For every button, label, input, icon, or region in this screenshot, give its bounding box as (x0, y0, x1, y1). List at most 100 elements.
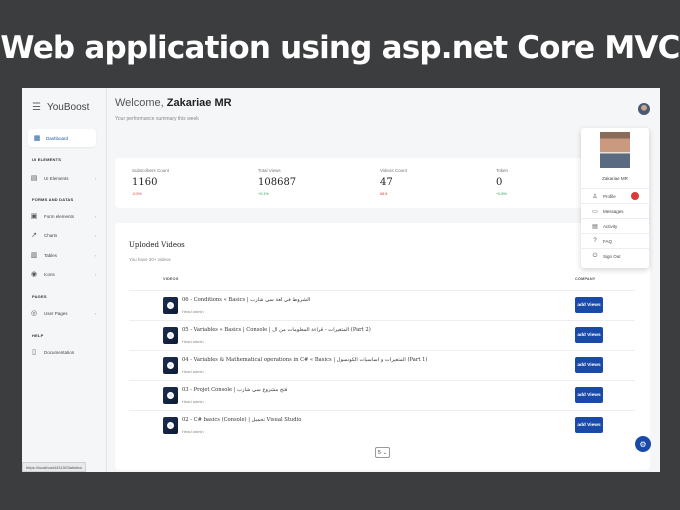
menu-item-activity[interactable]: ▤ Activity (581, 218, 649, 233)
menu-item-messages[interactable]: ▭ Messages (581, 203, 649, 218)
sidebar: ☰ YouBoost ▦ Dashboard UI ELEMENTS ▤ UI … (22, 88, 107, 472)
table-row: 03 - Projet Console | فتح مشروع سي شارب … (129, 380, 635, 410)
video-title[interactable]: 05 - Variables « Basics | Console | المت… (182, 327, 371, 333)
hamburger-icon[interactable]: ☰ (32, 102, 41, 113)
video-title[interactable]: 02 - C# basics (Console) | تحميل Visual … (182, 417, 301, 423)
section-help: HELP (32, 333, 44, 338)
video-author: Head admin (182, 369, 204, 374)
add-views-button[interactable]: add Views (575, 297, 603, 313)
page-subtitle: Your performance summary this week (115, 116, 199, 122)
gear-icon: ⚙ (639, 439, 647, 449)
page-size-value: 5 (378, 449, 381, 456)
video-thumbnail[interactable] (163, 297, 178, 314)
section-pages: PAGES (32, 294, 47, 299)
add-views-button[interactable]: add Views (575, 417, 603, 433)
stat-subscribers: Subscribers Count 1160 -0.5% (132, 168, 169, 196)
stat-value: 1160 (132, 177, 158, 188)
video-thumbnail[interactable] (163, 417, 178, 434)
sidebar-item-form-elements[interactable]: ▣ Form elements › (30, 210, 100, 222)
stat-videos-count: Videos Count 47 68.8 (380, 168, 407, 196)
stat-token: Token 0 +0.8% (496, 168, 508, 196)
banner-title: Web application using asp.net Core MVC (0, 30, 680, 66)
menu-item-label: Sign Out (603, 253, 621, 259)
sidebar-item-ui-elements[interactable]: ▤ UI Elements › (30, 172, 100, 184)
table-row: 02 - C# basics (Console) | تحميل Visual … (129, 410, 635, 440)
sidebar-item-charts[interactable]: ↗ Charts › (30, 229, 100, 241)
user-icon: ♙ (592, 193, 598, 200)
sidebar-item-label: Charts (44, 232, 58, 238)
page-title: Welcome, Zakariae MR (115, 97, 232, 109)
add-views-button[interactable]: add Views (575, 387, 603, 403)
profile-name: Zakariae MR (602, 176, 628, 181)
video-title[interactable]: 06 - Conditions « Basics | الشروط في لغة… (182, 297, 310, 303)
sidebar-item-label: Form elements (44, 213, 75, 219)
video-author: Head admin (182, 429, 204, 434)
stat-value: 108687 (258, 177, 297, 188)
menu-item-label: Messages (603, 208, 624, 214)
stat-change: +0.8% (496, 192, 507, 196)
video-thumbnail[interactable] (163, 357, 178, 374)
sidebar-item-label: UI Elements (44, 175, 69, 181)
document-icon: ▯ (32, 349, 36, 356)
video-title[interactable]: 03 - Projet Console | فتح مشروع سي شارب (182, 387, 287, 393)
video-logo-icon (167, 302, 174, 309)
stat-value: 47 (380, 177, 393, 188)
status-bar-url: https://localhost44315/Statistics (22, 462, 86, 472)
user-circle-icon: ◎ (30, 310, 38, 317)
grid-icon: ▦ (33, 135, 41, 142)
chevron-right-icon: › (94, 175, 96, 181)
menu-item-profile[interactable]: ♙ Profile (581, 188, 649, 203)
page-size-select[interactable]: 5 ⌄ (375, 447, 390, 458)
table-row: 06 - Conditions « Basics | الشروط في لغة… (129, 290, 635, 320)
chevron-right-icon: › (94, 232, 96, 238)
stat-total-views: Total Views 108687 +0.1% (258, 168, 296, 196)
add-views-button[interactable]: add Views (575, 327, 603, 343)
menu-item-sign-out[interactable]: ⏻ Sign Out (581, 248, 649, 263)
section-forms: FORMS AND DATAS (32, 197, 74, 202)
video-thumbnail[interactable] (163, 387, 178, 404)
stat-label: Total Views (258, 168, 281, 173)
chevron-down-icon: ⌄ (382, 449, 387, 456)
menu-item-label: FAQ (603, 238, 613, 244)
brand-name[interactable]: YouBoost (47, 102, 89, 113)
column-header-company: COMPANY (575, 277, 596, 281)
video-author: Head admin (182, 309, 204, 314)
chevron-right-icon: › (94, 310, 96, 316)
stat-label: Token (496, 168, 509, 173)
menu-item-faq[interactable]: ? FAQ (581, 233, 649, 248)
power-icon: ⏻ (592, 252, 598, 259)
video-author: Head admin (182, 399, 204, 404)
brand: ☰ YouBoost (32, 102, 89, 113)
avatar[interactable] (638, 103, 650, 115)
sidebar-item-tables[interactable]: ▥ Tables › (30, 249, 100, 261)
sidebar-item-user-pages[interactable]: ◎ User Pages › (30, 307, 100, 319)
sidebar-item-label: Documentation (44, 349, 75, 355)
sidebar-item-documentation[interactable]: ▯ Documentation (30, 346, 100, 358)
column-header-videos: VIDEOS (163, 277, 179, 281)
pin-icon: ◉ (30, 271, 38, 278)
chevron-right-icon: › (94, 271, 96, 277)
stat-change: -0.5% (132, 192, 142, 196)
video-title[interactable]: 04 - Variables & Mathematical operations… (182, 357, 427, 363)
sidebar-item-dashboard[interactable]: ▦ Dashboard (28, 129, 96, 147)
video-logo-icon (167, 332, 174, 339)
app-window: ☰ YouBoost ▦ Dashboard UI ELEMENTS ▤ UI … (22, 88, 660, 472)
add-views-button[interactable]: add Views (575, 357, 603, 373)
notification-badge (631, 192, 639, 200)
profile-dropdown: Zakariae MR ♙ Profile ▭ Messages ▤ Activ… (581, 128, 649, 268)
stat-change: 68.8 (380, 192, 388, 196)
sidebar-item-label: User Pages (44, 310, 68, 316)
sidebar-item-icons[interactable]: ◉ Icons › (30, 268, 100, 280)
welcome-user: Zakariae MR (166, 97, 232, 109)
video-logo-icon (167, 362, 174, 369)
table-row: 05 - Variables « Basics | Console | المت… (129, 320, 635, 350)
settings-fab[interactable]: ⚙ (635, 436, 651, 452)
chart-icon: ↗ (31, 232, 37, 239)
activity-icon: ▤ (592, 223, 598, 230)
video-thumbnail[interactable] (163, 327, 178, 344)
layout-icon: ▤ (30, 175, 38, 182)
profile-photo (600, 132, 630, 168)
chevron-right-icon: › (94, 213, 96, 219)
welcome-text: Welcome, (115, 97, 164, 109)
chevron-right-icon: › (94, 252, 96, 258)
